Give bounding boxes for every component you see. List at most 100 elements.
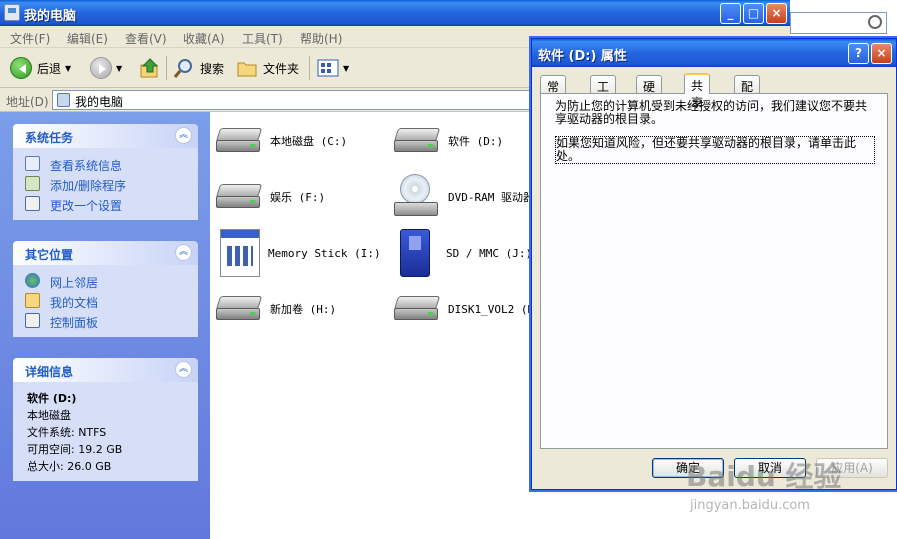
tab-tools[interactable]: 工具 [590, 75, 617, 111]
sd-card-icon [400, 229, 430, 277]
search-field[interactable] [790, 12, 887, 34]
up-folder-icon [140, 58, 159, 78]
dialog-titlebar[interactable]: 软件 (D:) 属性 ? × [532, 39, 896, 67]
views-button[interactable]: ▼ [317, 56, 349, 80]
detail-total-size: 总大小: 26.0 GB [27, 460, 112, 473]
task-add-remove-programs[interactable]: 添加/删除程序 [13, 174, 198, 194]
drive-label: SD / MMC (J:) [446, 246, 533, 260]
drive-item[interactable]: 娱乐 (F:) [215, 182, 326, 212]
task-label: 控制面板 [50, 316, 99, 330]
back-arrow-icon [10, 57, 32, 79]
properties-dialog: 软件 (D:) 属性 ? × 常规 工具 硬件 共享 配额 为防止您的计算机受到… [531, 38, 897, 490]
drive-label: 软件 (D:) [448, 135, 504, 148]
panel-body: 软件 (D:) 本地磁盘 文件系统: NTFS 可用空间: 19.2 GB 总大… [13, 382, 198, 481]
chevron-down-icon[interactable]: ▼ [65, 64, 71, 73]
detail-type: 本地磁盘 [27, 409, 71, 422]
tab-quota[interactable]: 配额 [734, 75, 761, 111]
my-documents-icon [25, 293, 40, 308]
up-folder-button[interactable] [139, 56, 161, 80]
collapse-icon[interactable]: ︽ [175, 127, 192, 144]
forward-button[interactable]: ▼ [90, 56, 122, 80]
toolbar-separator [309, 56, 310, 80]
panel-body: 网上邻居 我的文档 控制面板 [13, 265, 198, 337]
tab-sharing[interactable]: 共享 [684, 73, 711, 110]
drive-label: 新加卷 (H:) [270, 303, 337, 316]
place-network[interactable]: 网上邻居 [13, 271, 198, 291]
dialog-title: 软件 (D:) 属性 [538, 49, 627, 64]
menu-view[interactable]: 查看(V) [125, 30, 167, 47]
folders-button[interactable]: 文件夹 [236, 56, 299, 80]
panel-header[interactable]: 其它位置 ︽ [13, 241, 198, 265]
task-label: 网上邻居 [50, 276, 99, 290]
hdd-icon [215, 294, 263, 324]
drive-label: DISK1_VOL2 (K: [448, 302, 541, 316]
drive-item[interactable]: 本地磁盘 (C:) [215, 126, 347, 156]
panel-header[interactable]: 系统任务 ︽ [13, 124, 198, 148]
control-panel-icon [25, 313, 40, 328]
menu-tools[interactable]: 工具(T) [242, 30, 283, 47]
maximize-button[interactable]: □ [743, 3, 764, 24]
drive-item[interactable]: Memory Stick (I:) [220, 229, 381, 277]
minimize-button[interactable]: _ [720, 3, 741, 24]
panel-title: 详细信息 [25, 365, 74, 379]
menu-help[interactable]: 帮助(H) [300, 30, 342, 47]
forward-arrow-icon [90, 57, 112, 79]
hdd-icon [393, 294, 441, 324]
drive-item[interactable]: 新加卷 (H:) [215, 294, 337, 324]
system-tasks-panel: 系统任务 ︽ 查看系统信息 添加/删除程序 更改一个设置 [13, 124, 198, 220]
search-button[interactable]: 搜索 [173, 56, 224, 80]
panel-header[interactable]: 详细信息 ︽ [13, 358, 198, 382]
window-titlebar[interactable]: 我的电脑 _ □ × [0, 0, 790, 26]
folder-icon [237, 62, 257, 77]
search-icon [868, 15, 882, 29]
drive-item[interactable]: DISK1_VOL2 (K: [393, 294, 541, 324]
chevron-down-icon[interactable]: ▼ [116, 64, 122, 73]
views-icon [317, 59, 339, 77]
place-control-panel[interactable]: 控制面板 [13, 311, 198, 331]
drive-label: 娱乐 (F:) [270, 191, 326, 204]
task-label: 我的文档 [50, 296, 99, 310]
detail-filesystem: 文件系统: NTFS [27, 426, 107, 439]
cd-drive-icon [394, 174, 440, 220]
magnifier-icon [173, 59, 192, 78]
place-my-documents[interactable]: 我的文档 [13, 291, 198, 311]
hdd-icon [393, 126, 441, 156]
collapse-icon[interactable]: ︽ [175, 244, 192, 261]
drive-item[interactable]: 软件 (D:) [393, 126, 504, 156]
share-root-link[interactable]: 如果您知道风险，但还要共享驱动器的根目录，请单击此处。 [555, 136, 875, 164]
drive-item[interactable]: SD / MMC (J:) [392, 229, 532, 277]
help-button[interactable]: ? [848, 43, 869, 64]
address-label: 地址(D) [6, 95, 49, 109]
collapse-icon[interactable]: ︽ [175, 361, 192, 378]
sharing-warning-text: 为防止您的计算机受到未经授权的访问，我们建议您不要共享驱动器的根目录。 [555, 99, 868, 126]
panel-title: 系统任务 [25, 131, 74, 145]
window-title: 我的电脑 [24, 9, 77, 24]
chevron-down-icon[interactable]: ▼ [343, 64, 349, 73]
hdd-icon [215, 182, 263, 212]
detail-name: 软件 (D:) [27, 392, 77, 405]
watermark-url: jingyan.baidu.com [690, 498, 810, 513]
system-info-icon [25, 156, 40, 171]
back-label: 后退 [37, 61, 62, 76]
programs-icon [25, 176, 40, 191]
drive-label: DVD-RAM 驱动器 [448, 191, 534, 204]
menu-file[interactable]: 文件(F) [10, 30, 50, 47]
task-view-system-info[interactable]: 查看系统信息 [13, 154, 198, 174]
task-label: 添加/删除程序 [50, 179, 127, 193]
sharing-tab-panel: 为防止您的计算机受到未经授权的访问，我们建议您不要共享驱动器的根目录。 如果您知… [540, 93, 888, 449]
baidu-watermark: Baidu 经验 [686, 460, 842, 493]
dialog-close-button[interactable]: × [871, 43, 892, 64]
task-change-setting[interactable]: 更改一个设置 [13, 194, 198, 214]
tab-general[interactable]: 常规 [540, 75, 567, 111]
menu-edit[interactable]: 编辑(E) [67, 30, 108, 47]
menu-favorites[interactable]: 收藏(A) [183, 30, 225, 47]
panel-title: 其它位置 [25, 248, 74, 262]
tab-hardware[interactable]: 硬件 [636, 75, 663, 111]
my-computer-icon [4, 4, 20, 21]
back-button[interactable]: 后退 ▼ [10, 56, 71, 80]
removable-disk-icon [220, 229, 260, 277]
task-label: 更改一个设置 [50, 199, 123, 213]
close-button[interactable]: × [766, 3, 787, 24]
drive-item[interactable]: DVD-RAM 驱动器 [394, 174, 534, 220]
control-panel-icon [25, 196, 40, 211]
